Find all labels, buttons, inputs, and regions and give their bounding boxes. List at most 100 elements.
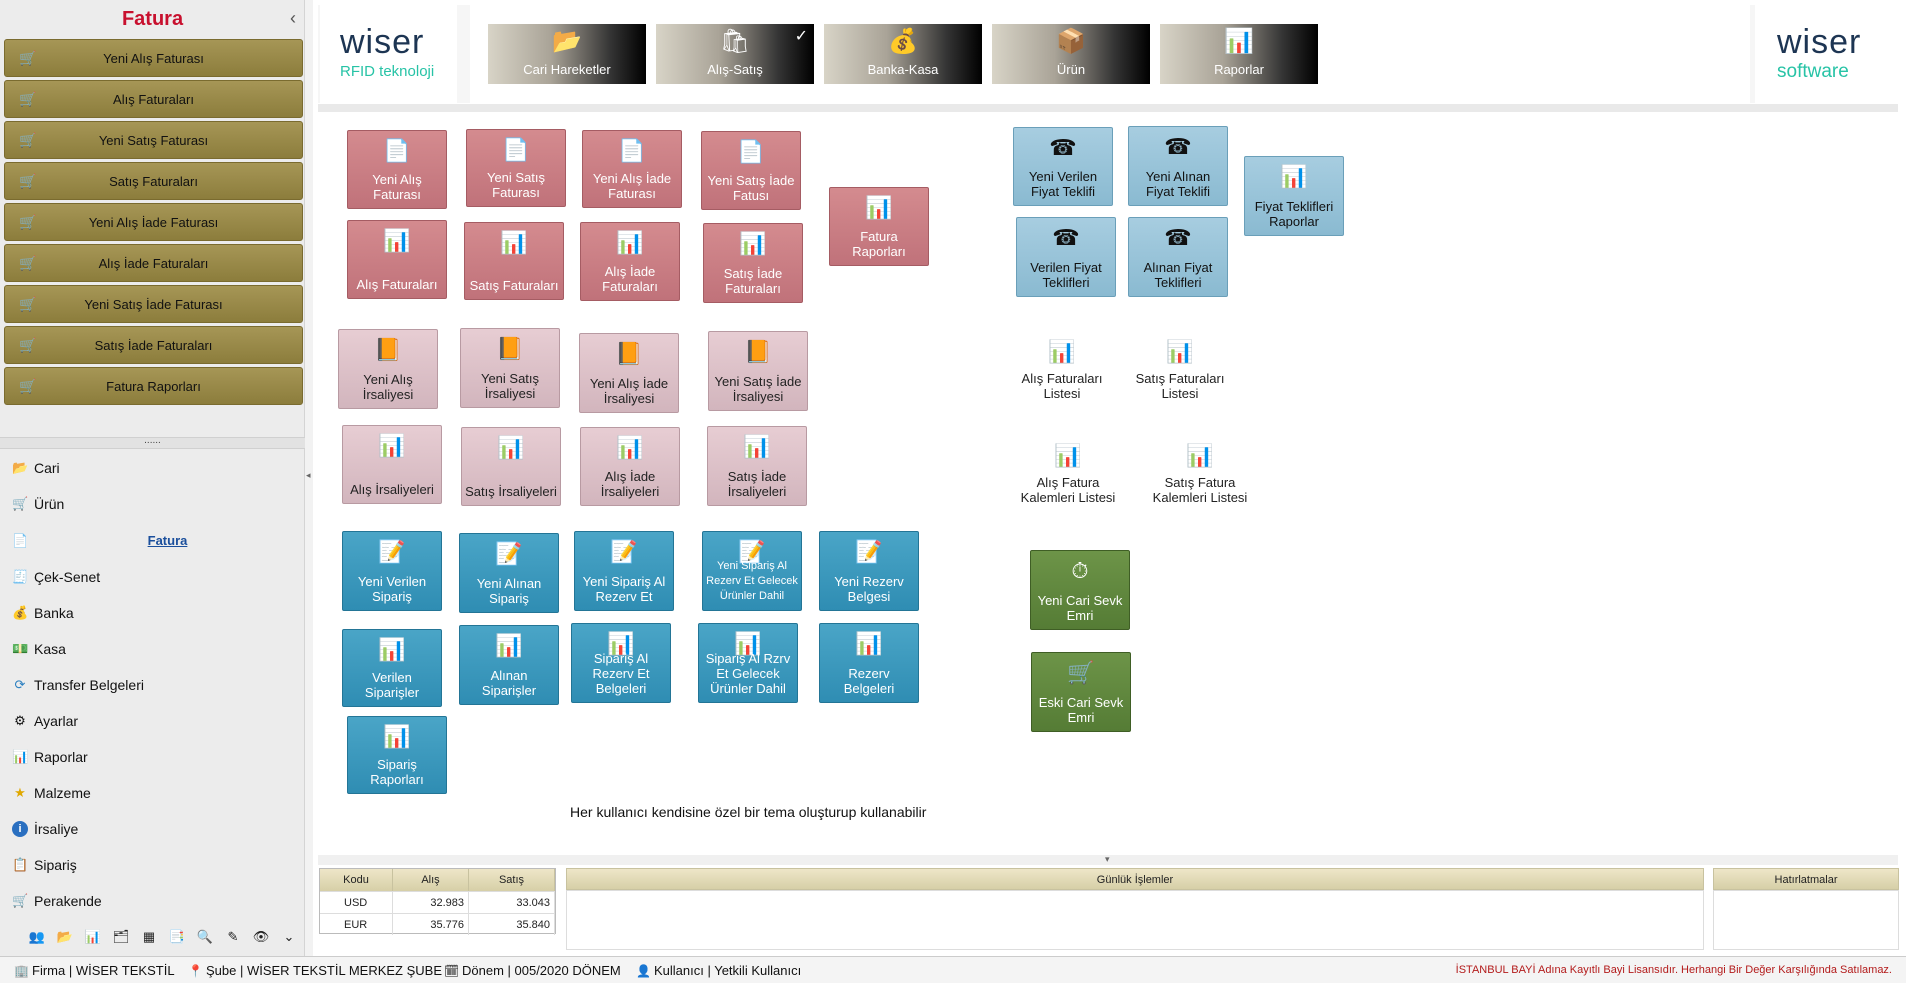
logo-word: wiser <box>340 23 425 61</box>
tile-alinan-fiyat-teklifleri[interactable]: ☎ Alınan Fiyat Teklifleri <box>1128 217 1228 297</box>
collapse-icon[interactable]: ‹ <box>290 8 296 29</box>
view-icon[interactable]: 👁 <box>252 928 270 946</box>
top-button-urun[interactable]: 📦 Ürün <box>992 24 1150 84</box>
folder-icon: 📂 <box>12 460 29 475</box>
cart-icon: 🛒 <box>1067 660 1095 685</box>
tile-yeni-alis-iade-irsaliyesi[interactable]: 📙 Yeni Alış İade İrsaliyesi <box>579 333 679 413</box>
tile-yeni-satis-iade-irsaliyesi[interactable]: 📙 Yeni Satış İade İrsaliyesi <box>708 331 808 411</box>
edit-icon[interactable]: ✎ <box>224 928 242 946</box>
location-icon: 📍 <box>188 964 203 978</box>
tile-yeni-verilen-siparis[interactable]: 📝 Yeni Verilen Sipariş <box>342 531 442 611</box>
tile-verilen-siparisler[interactable]: 📊 Verilen Siparişler <box>342 629 442 707</box>
top-button-alis-satis[interactable]: 🛍 ✓ Alış-Satış <box>656 24 814 84</box>
cheque-icon: 🧾 <box>12 569 29 584</box>
chevron-down-icon[interactable]: ⌄ <box>280 928 298 946</box>
tile-yeni-siparis-al-rezerv-gelecek[interactable]: 📝 Yeni Sipariş Al Rezerv Et Gelecek Ürünl… <box>702 531 802 611</box>
nav-item-banka[interactable]: 💰 Banka <box>0 598 305 628</box>
top-button-cari-hareketler[interactable]: 📂 Cari Hareketler <box>488 24 646 84</box>
tile-yeni-alinan-siparis[interactable]: 📝 Yeni Alınan Sipariş <box>459 533 559 613</box>
bar-chart-icon: 📊 <box>855 631 883 656</box>
fatura-item-yeni-alis-iade[interactable]: 🛒 Yeni Alış İade Faturası <box>4 203 303 241</box>
fatura-item-satis[interactable]: 🛒 Satış Faturaları <box>4 162 303 200</box>
cart-icon: 🛒 <box>19 337 37 353</box>
tile-yeni-verilen-fiyat-teklifi[interactable]: ☎ Yeni Verilen Fiyat Teklifi <box>1013 127 1113 206</box>
nav-item-siparis[interactable]: 📋 Sipariş <box>0 850 305 880</box>
tile-alinan-siparisler[interactable]: 📊 Alınan Siparişler <box>459 625 559 705</box>
folder-icon[interactable]: 📂 <box>56 928 74 946</box>
reminders-panel[interactable] <box>1713 890 1899 950</box>
chevron-down-icon[interactable]: ▾ <box>1105 854 1110 865</box>
nav-item-urun[interactable]: 🛒 Ürün <box>0 489 305 519</box>
tile-yeni-alis-iade-faturasi[interactable]: 📄 Yeni Alış İade Faturası <box>582 130 682 208</box>
tile-satis-faturalari[interactable]: 📊 Satış Faturaları <box>464 222 564 300</box>
book-icon: 📙 <box>374 337 402 362</box>
tile-satis-iade-faturalari[interactable]: 📊 Satış İade Faturaları <box>703 223 803 303</box>
table-icon[interactable]: ▦ <box>140 928 158 946</box>
currency-buy: 32.983 <box>393 891 469 913</box>
users-icon[interactable]: 👥 <box>28 928 46 946</box>
tile-alis-faturalari[interactable]: 📊 Alış Faturaları <box>347 220 447 299</box>
tile-siparis-al-rezerv-et-belgeleri[interactable]: 📊 Sipariş Al Rezerv Et Belgeleri <box>571 623 671 703</box>
fatura-item-yeni-satis[interactable]: 🛒 Yeni Satış Faturası <box>4 121 303 159</box>
fatura-item-yeni-satis-iade[interactable]: 🛒 Yeni Satış İade Faturası <box>4 285 303 323</box>
tile-yeni-rezerv-belgesi[interactable]: 📝 Yeni Rezerv Belgesi <box>819 531 919 611</box>
daily-operations-panel[interactable] <box>566 890 1704 950</box>
tile-yeni-alis-irsaliyesi[interactable]: 📙 Yeni Alış İrsaliyesi <box>338 329 438 409</box>
telephone-icon: ☎ <box>1052 225 1080 250</box>
nav-item-irsaliye[interactable]: i İrsaliye <box>0 814 305 844</box>
header-separator <box>318 104 1898 112</box>
sidebar-grip[interactable]: ...... <box>0 436 305 449</box>
top-button-raporlar[interactable]: 📊 Raporlar <box>1160 24 1318 84</box>
nav-item-cek-senet[interactable]: 🧾 Çek-Senet <box>0 562 305 592</box>
fatura-item-alis-iade[interactable]: 🛒 Alış İade Faturaları <box>4 244 303 282</box>
tile-alis-iade-irsaliyeleri[interactable]: 📊 Alış İade İrsaliyeleri <box>580 427 680 506</box>
currency-code: EUR <box>320 913 393 935</box>
link-alis-faturalari-listesi[interactable]: 📊 Alış Faturaları Listesi <box>1012 332 1112 407</box>
chart-icon: 📊 <box>1224 28 1254 55</box>
link-alis-fatura-kalemleri-listesi[interactable]: 📊 Alış Fatura Kalemleri Listesi <box>1012 436 1124 511</box>
tile-yeni-cari-sevk-emri[interactable]: ⏱ Yeni Cari Sevk Emri <box>1030 550 1130 630</box>
nav-item-kasa[interactable]: 💵 Kasa <box>0 634 305 664</box>
logo-word: wiser <box>1777 23 1862 61</box>
tile-yeni-satis-faturasi[interactable]: 📄 Yeni Satış Faturası <box>466 129 566 207</box>
top-button-banka-kasa[interactable]: 💰 Banka-Kasa <box>824 24 982 84</box>
tile-siparis-raporlari[interactable]: 📊 Sipariş Raporları <box>347 716 447 794</box>
tile-fatura-raporlari[interactable]: 📊 Fatura Raporları <box>829 187 929 266</box>
nav-item-ayarlar[interactable]: ⚙ Ayarlar <box>0 706 305 736</box>
tile-yeni-alis-faturasi[interactable]: 📄 Yeni Alış Faturası <box>347 130 447 209</box>
nav-item-cari[interactable]: 📂 Cari <box>0 453 305 483</box>
tile-verilen-fiyat-teklifleri[interactable]: ☎ Verilen Fiyat Teklifleri <box>1016 217 1116 297</box>
tile-siparis-al-rzrv-gelecek[interactable]: 📊 Sipariş Al Rzrv Et Gelecek Ürünler Dahi… <box>698 623 798 703</box>
status-firma: 🏢 Firma | WİSER TEKSTİL <box>14 957 175 985</box>
list-icon[interactable]: 📑 <box>168 928 186 946</box>
tile-fiyat-teklifleri-raporlar[interactable]: 📊 Fiyat Teklifleri Raporlar <box>1244 156 1344 236</box>
tile-yeni-siparis-al-rezerv-et[interactable]: 📝 Yeni Sipariş Al Rezerv Et <box>574 531 674 611</box>
nav-item-raporlar[interactable]: 📊 Raporlar <box>0 742 305 772</box>
tile-satis-iade-irsaliyeleri[interactable]: 📊 Satış İade İrsaliyeleri <box>707 426 807 506</box>
chart-icon[interactable]: 📊 <box>84 928 102 946</box>
link-satis-fatura-kalemleri-listesi[interactable]: 📊 Satış Fatura Kalemleri Listesi <box>1144 436 1256 511</box>
fatura-item-yeni-alis[interactable]: 🛒 Yeni Alış Faturası <box>4 39 303 77</box>
windows-icon[interactable]: 🗂 <box>112 928 130 946</box>
fatura-item-satis-iade[interactable]: 🛒 Satış İade Faturaları <box>4 326 303 364</box>
bar-chart-icon: 📊 <box>1280 164 1308 189</box>
splitter-arrow-icon[interactable]: ◂ <box>306 470 311 481</box>
bar-chart-icon: 📊 <box>1166 339 1194 364</box>
nav-item-transfer[interactable]: ⟳ Transfer Belgeleri <box>0 670 305 700</box>
nav-item-perakende[interactable]: 🛒 Perakende <box>0 886 305 916</box>
link-satis-faturalari-listesi[interactable]: 📊 Satış Faturaları Listesi <box>1130 332 1230 407</box>
nav-item-fatura[interactable]: 📄 Fatura <box>0 526 305 556</box>
fatura-item-raporlar[interactable]: 🛒 Fatura Raporları <box>4 367 303 405</box>
bar-chart-icon: 📊 <box>500 230 528 255</box>
tile-rezerv-belgeleri[interactable]: 📊 Rezerv Belgeleri <box>819 623 919 703</box>
tile-alis-iade-faturalari[interactable]: 📊 Alış İade Faturaları <box>580 222 680 301</box>
fatura-item-alis[interactable]: 🛒 Alış Faturaları <box>4 80 303 118</box>
tile-yeni-satis-iade-faturasi[interactable]: 📄 Yeni Satış İade Fatusı <box>701 131 801 210</box>
tile-satis-irsaliyeleri[interactable]: 📊 Satış İrsaliyeleri <box>461 427 561 506</box>
tile-yeni-alinan-fiyat-teklifi[interactable]: ☎ Yeni Alınan Fiyat Teklifi <box>1128 126 1228 206</box>
tile-eski-cari-sevk-emri[interactable]: 🛒 Eski Cari Sevk Emri <box>1031 652 1131 732</box>
tile-alis-irsaliyeleri[interactable]: 📊 Alış İrsaliyeleri <box>342 425 442 504</box>
tile-yeni-satis-irsaliyesi[interactable]: 📙 Yeni Satış İrsaliyesi <box>460 328 560 408</box>
nav-item-malzeme[interactable]: ★ Malzeme <box>0 778 305 808</box>
search-doc-icon[interactable]: 🔍 <box>196 928 214 946</box>
